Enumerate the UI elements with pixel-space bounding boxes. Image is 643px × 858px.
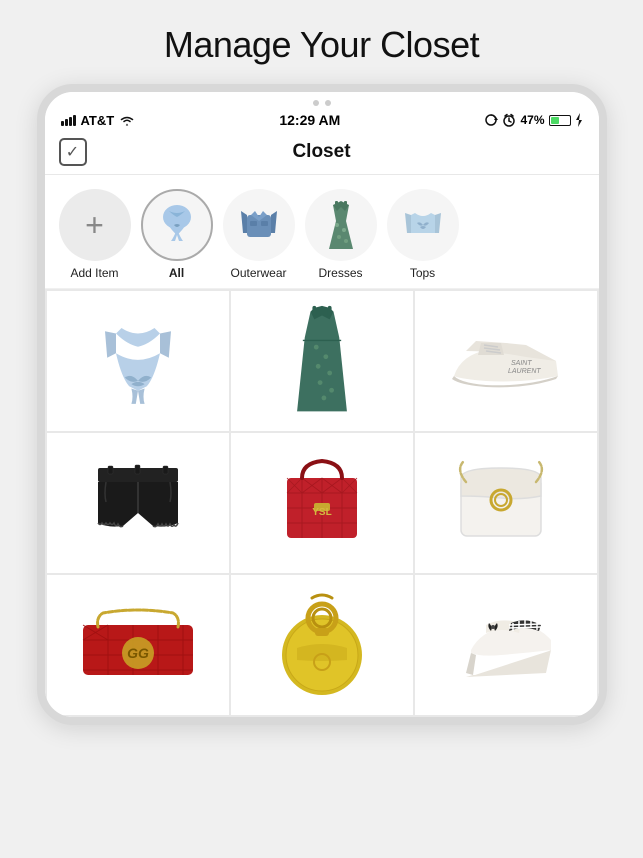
status-bar: AT&T 12:29 AM — [45, 110, 599, 132]
signal-bar-4 — [73, 115, 76, 126]
all-category-icon — [147, 195, 207, 255]
svg-text:YSL: YSL — [312, 507, 331, 518]
dresses-circle[interactable] — [305, 189, 377, 261]
category-tops-label: Tops — [410, 266, 435, 280]
nav-bar: ✓ Closet — [45, 132, 599, 175]
category-all[interactable]: All — [141, 189, 213, 280]
tablet-indicator — [45, 92, 599, 110]
category-outerwear-label: Outerwear — [230, 266, 286, 280]
nav-title: Closet — [292, 141, 350, 163]
tops-circle[interactable] — [387, 189, 459, 261]
grid-item-gucci-bag[interactable]: GG — [47, 575, 229, 715]
battery-percent: 47% — [520, 113, 544, 127]
wifi-icon — [119, 114, 135, 126]
heels-image — [451, 595, 561, 695]
category-outerwear[interactable]: Outerwear — [223, 189, 295, 280]
signal-bar-2 — [65, 119, 68, 126]
svg-text:LAURENT: LAURENT — [508, 368, 541, 375]
gucci-bag-image: GG — [78, 605, 198, 685]
sneakers-image: SAINT LAURENT — [446, 321, 566, 401]
grid-item-blue-top[interactable] — [47, 291, 229, 431]
page-title: Manage Your Closet — [164, 24, 479, 66]
signal-bars — [61, 115, 76, 126]
floral-dress-image — [282, 304, 362, 419]
indicator-dot-1 — [313, 100, 319, 106]
svg-text:GG: GG — [127, 645, 149, 661]
status-right: 47% — [484, 113, 582, 127]
signal-bar-1 — [61, 121, 64, 126]
grid-item-white-bag[interactable] — [415, 433, 597, 573]
dresses-icon — [311, 195, 371, 255]
outerwear-circle[interactable] — [223, 189, 295, 261]
red-bag-image: YSL — [272, 453, 372, 553]
status-time: 12:29 AM — [279, 112, 340, 128]
category-scroll[interactable]: + Add Item All — [45, 175, 599, 289]
tablet-frame: AT&T 12:29 AM — [37, 84, 607, 725]
grid-item-sneakers[interactable]: SAINT LAURENT — [415, 291, 597, 431]
carrier-name: AT&T — [81, 113, 115, 128]
grid-item-floral-dress[interactable] — [231, 291, 413, 431]
grid-item-yellow-bag[interactable] — [231, 575, 413, 715]
grid-item-red-bag[interactable]: YSL — [231, 433, 413, 573]
battery-indicator — [549, 115, 571, 126]
outerwear-icon — [229, 195, 289, 255]
signal-bar-3 — [69, 117, 72, 126]
blue-top-image — [83, 311, 193, 411]
category-dresses[interactable]: Dresses — [305, 189, 377, 280]
category-all-label: All — [169, 266, 184, 280]
charging-icon — [575, 113, 583, 127]
checkbox-button[interactable]: ✓ — [59, 138, 87, 166]
rotation-icon — [484, 113, 498, 127]
yellow-bag-image — [272, 590, 372, 700]
clothes-grid: SAINT LAURENT — [45, 289, 599, 717]
category-tops[interactable]: Tops — [387, 189, 459, 280]
add-icon: + — [85, 209, 104, 241]
svg-text:SAINT: SAINT — [511, 360, 532, 367]
category-dresses-label: Dresses — [318, 266, 362, 280]
battery-fill — [551, 117, 559, 124]
all-circle[interactable] — [141, 189, 213, 261]
grid-item-heels[interactable] — [415, 575, 597, 715]
black-shorts-image — [88, 458, 188, 548]
page-wrapper: Manage Your Closet AT&T — [0, 0, 643, 858]
indicator-dot-2 — [325, 100, 331, 106]
alarm-icon — [502, 113, 516, 127]
category-add-item[interactable]: + Add Item — [59, 189, 131, 280]
category-add-label: Add Item — [70, 266, 118, 280]
status-left: AT&T — [61, 113, 136, 128]
grid-item-black-shorts[interactable] — [47, 433, 229, 573]
tops-icon — [393, 195, 453, 255]
add-circle[interactable]: + — [59, 189, 131, 261]
white-bag-image — [451, 458, 561, 548]
